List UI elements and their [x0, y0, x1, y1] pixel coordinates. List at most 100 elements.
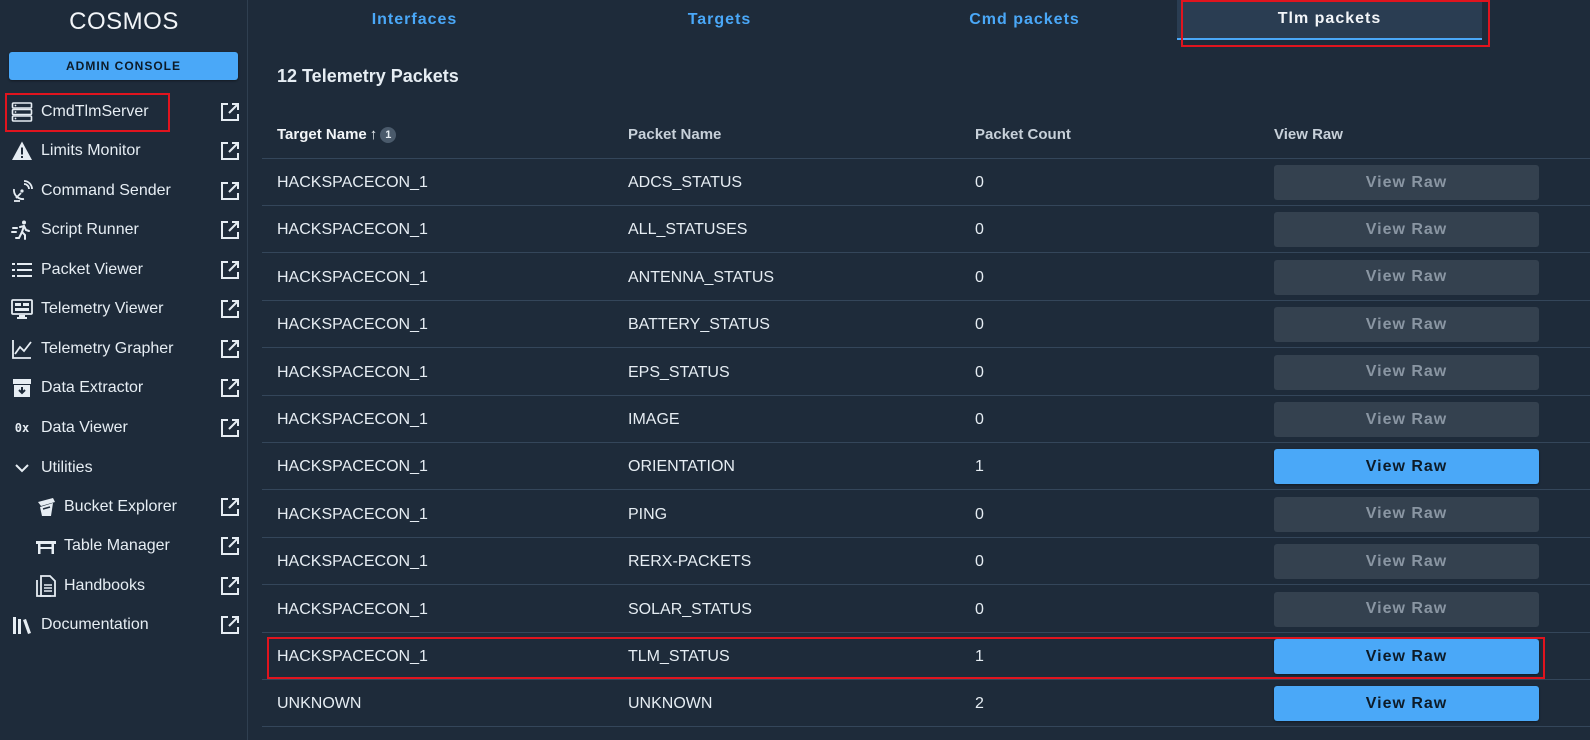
- open-in-new-icon[interactable]: [219, 377, 241, 399]
- cell-packet-count: 0: [975, 505, 984, 523]
- open-in-new-icon[interactable]: [219, 101, 241, 123]
- table-row: HACKSPACECON_1 ADCS_STATUS 0 View Raw: [262, 159, 1590, 206]
- tab-targets[interactable]: Targets: [567, 0, 872, 40]
- server-icon: [11, 101, 33, 123]
- table-row: HACKSPACECON_1 IMAGE 0 View Raw: [262, 396, 1590, 443]
- tab-interfaces[interactable]: Interfaces: [262, 0, 567, 40]
- open-in-new-icon[interactable]: [219, 496, 241, 518]
- cell-packet-name: ALL_STATUSES: [628, 221, 748, 239]
- main-content: Interfaces Targets Cmd packets Tlm packe…: [262, 0, 1590, 740]
- nav-label: Utilities: [41, 459, 93, 476]
- column-header-label: Target Name: [277, 126, 367, 143]
- view-raw-button[interactable]: View Raw: [1274, 639, 1539, 674]
- nav-item-command-sender[interactable]: Command Sender: [0, 173, 248, 209]
- view-raw-button: View Raw: [1274, 212, 1539, 248]
- nav-item-data-viewer[interactable]: 0x Data Viewer: [0, 410, 248, 446]
- cell-packet-name: ORIENTATION: [628, 458, 735, 476]
- table-row: HACKSPACECON_1 ORIENTATION 1 View Raw: [262, 443, 1590, 491]
- nav-label: Documentation: [41, 616, 149, 633]
- tab-bar: Interfaces Targets Cmd packets Tlm packe…: [262, 0, 1590, 42]
- hex-icon: 0x: [11, 417, 33, 439]
- nav-item-bucket-explorer[interactable]: Bucket Explorer: [0, 489, 248, 525]
- column-header-view-raw: View Raw: [1274, 126, 1343, 143]
- hex-glyph: 0x: [14, 421, 30, 435]
- table-row: UNKNOWN UNKNOWN 2 View Raw: [262, 680, 1590, 728]
- cell-target-name: HACKSPACECON_1: [277, 553, 428, 571]
- open-in-new-icon[interactable]: [219, 417, 241, 439]
- library-icon: [11, 614, 33, 636]
- nav-item-table-manager[interactable]: Table Manager: [0, 528, 248, 564]
- chevron-down-icon: [11, 457, 33, 479]
- warning-icon: [11, 140, 33, 162]
- column-header-packet-name[interactable]: Packet Name: [628, 126, 721, 143]
- view-raw-button: View Raw: [1274, 496, 1539, 532]
- column-header-target-name[interactable]: Target Name ↑ 1: [277, 126, 397, 143]
- cell-packet-count: 1: [975, 648, 984, 665]
- cell-target-name: UNKNOWN: [277, 695, 362, 713]
- open-in-new-icon[interactable]: [219, 180, 241, 202]
- open-in-new-icon[interactable]: [219, 140, 241, 162]
- tab-cmd-packets[interactable]: Cmd packets: [872, 0, 1177, 40]
- table-row: HACKSPACECON_1 ALL_STATUSES 0 View Raw: [262, 206, 1590, 254]
- admin-console-button[interactable]: ADMIN CONSOLE: [9, 52, 238, 80]
- nav-item-cmdtlmserver[interactable]: CmdTlmServer: [0, 94, 248, 130]
- column-header-packet-count[interactable]: Packet Count: [975, 126, 1071, 143]
- cell-packet-name: TLM_STATUS: [628, 648, 730, 665]
- cell-target-name: HACKSPACECON_1: [277, 363, 428, 381]
- table-row: HACKSPACECON_1 PING 0 View Raw: [262, 491, 1590, 538]
- cell-packet-name: UNKNOWN: [628, 695, 713, 713]
- nav-item-limits-monitor[interactable]: Limits Monitor: [0, 133, 248, 169]
- table-header: Target Name ↑ 1 Packet Name Packet Count…: [262, 112, 1590, 159]
- satellite-dish-icon: [11, 180, 33, 202]
- cell-target-name: HACKSPACECON_1: [277, 600, 428, 618]
- cell-packet-count: 0: [975, 316, 984, 334]
- nav-label: Data Viewer: [41, 419, 128, 436]
- nav-label: Bucket Explorer: [64, 498, 177, 515]
- open-in-new-icon[interactable]: [219, 338, 241, 360]
- nav-label: CmdTlmServer: [41, 103, 149, 120]
- nav-item-script-runner[interactable]: Script Runner: [0, 212, 248, 248]
- open-in-new-icon[interactable]: [219, 575, 241, 597]
- view-raw-button: View Raw: [1274, 591, 1539, 627]
- open-in-new-icon[interactable]: [219, 535, 241, 557]
- nav-label: Script Runner: [41, 221, 139, 238]
- nav-item-documentation[interactable]: Documentation: [0, 607, 248, 643]
- cell-packet-count: 1: [975, 458, 984, 476]
- nav-item-telemetry-grapher[interactable]: Telemetry Grapher: [0, 331, 248, 367]
- open-in-new-icon[interactable]: [219, 298, 241, 320]
- sort-order-badge: 1: [380, 126, 397, 143]
- chart-line-icon: [11, 338, 33, 360]
- nav-item-data-extractor[interactable]: Data Extractor: [0, 370, 248, 406]
- table-row: HACKSPACECON_1 ANTENNA_STATUS 0 View Raw: [262, 254, 1590, 301]
- table-furniture-icon: [35, 535, 57, 557]
- open-in-new-icon[interactable]: [219, 259, 241, 281]
- nav-group-utilities[interactable]: Utilities: [0, 450, 248, 486]
- cell-packet-count: 0: [975, 174, 984, 191]
- nav-item-packet-viewer[interactable]: Packet Viewer: [0, 252, 248, 288]
- cell-packet-count: 0: [975, 363, 984, 381]
- view-raw-button[interactable]: View Raw: [1274, 449, 1539, 485]
- cell-target-name: HACKSPACECON_1: [277, 411, 428, 428]
- cell-packet-count: 0: [975, 600, 984, 618]
- cell-packet-name: SOLAR_STATUS: [628, 600, 752, 618]
- table-row: HACKSPACECON_1 SOLAR_STATUS 0 View Raw: [262, 586, 1590, 633]
- view-raw-button: View Raw: [1274, 354, 1539, 390]
- view-raw-button: View Raw: [1274, 402, 1539, 437]
- cell-packet-count: 2: [975, 695, 984, 713]
- list-icon: [11, 259, 33, 281]
- cell-packet-name: ANTENNA_STATUS: [628, 268, 775, 286]
- view-raw-button[interactable]: View Raw: [1274, 686, 1539, 722]
- nav-item-handbooks[interactable]: Handbooks: [0, 568, 248, 604]
- cell-target-name: HACKSPACECON_1: [277, 458, 428, 476]
- open-in-new-icon[interactable]: [219, 219, 241, 241]
- card-title: 12 Telemetry Packets: [277, 66, 459, 86]
- nav-item-telemetry-viewer[interactable]: Telemetry Viewer: [0, 291, 248, 327]
- nav-label: Data Extractor: [41, 379, 144, 396]
- cell-packet-name: ADCS_STATUS: [628, 174, 743, 191]
- tab-tlm-packets[interactable]: Tlm packets: [1177, 0, 1482, 40]
- open-in-new-icon[interactable]: [219, 614, 241, 636]
- cell-packet-count: 0: [975, 553, 984, 571]
- sidebar: COSMOS ADMIN CONSOLE CmdTlmServer Limits…: [0, 0, 248, 740]
- bucket-icon: [35, 496, 57, 518]
- cell-target-name: HACKSPACECON_1: [277, 174, 428, 191]
